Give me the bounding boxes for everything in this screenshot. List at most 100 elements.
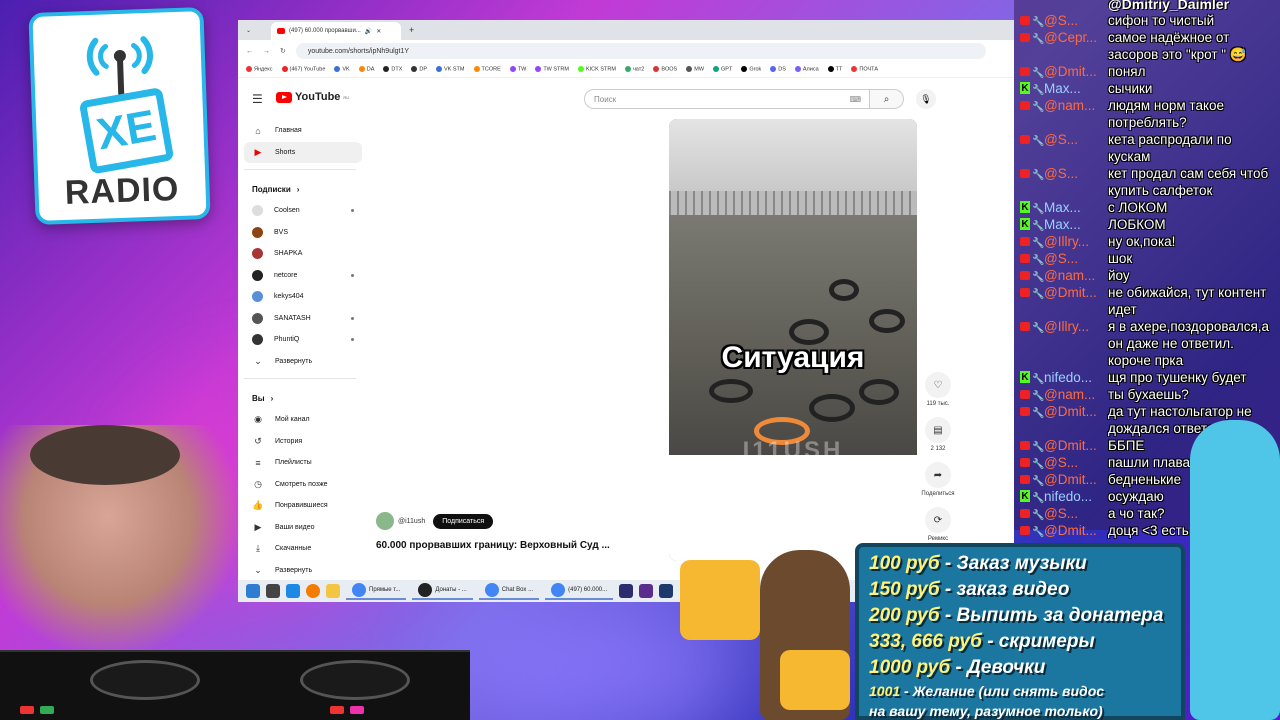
keyboard-icon[interactable]: ⌨ <box>849 95 861 104</box>
sidebar-subscription[interactable]: Coolsen <box>244 200 362 222</box>
chat-platform-icons: 🔧 <box>1014 267 1044 284</box>
new-tab-button[interactable]: + <box>409 25 414 35</box>
sidebar-subscription[interactable]: SHAPKA <box>244 243 362 265</box>
search-placeholder: Поиск <box>594 94 617 104</box>
channel-avatar <box>252 291 263 303</box>
chat-username: @Dmit... <box>1044 404 1097 419</box>
firefox-icon[interactable] <box>306 584 320 598</box>
sidebar-expand-subscriptions[interactable]: ⌄ Развернуть <box>244 351 362 373</box>
taskbar-app[interactable]: Chat Box ... <box>478 582 540 600</box>
subscribe-button[interactable]: Подписаться <box>433 513 494 529</box>
url-input[interactable]: youtube.com/shorts/ipNh9ulgt1Y <box>295 43 986 59</box>
reload-icon[interactable]: ↻ <box>280 47 286 55</box>
sidebar-subscription[interactable]: SANATASH <box>244 308 362 330</box>
bookmark-item[interactable]: VK <box>334 66 350 73</box>
bookmark-item[interactable]: DTX <box>383 66 402 73</box>
bookmark-item[interactable]: Алиса <box>794 66 819 73</box>
sidebar-subscription[interactable]: BVS <box>244 222 362 244</box>
audition-icon[interactable] <box>659 584 674 598</box>
bookmark-label: TW STRM <box>543 66 569 73</box>
close-tab-icon[interactable]: ✕ <box>376 28 381 35</box>
channel-avatar[interactable] <box>376 512 394 530</box>
chevron-down-icon: ⌄ <box>254 564 262 575</box>
sidebar-item-you[interactable]: ◉ Мой канал <box>244 409 362 431</box>
wrench-icon: 🔧 <box>1032 408 1045 419</box>
bookmark-item[interactable]: TW STRM <box>535 66 569 73</box>
sidebar-expand-you[interactable]: ⌄ Развернуть <box>244 560 362 582</box>
subscriptions-header[interactable]: Подписки › <box>244 178 362 200</box>
bookmark-favicon-icon <box>851 66 858 73</box>
chat-username: @Dmit... <box>1044 438 1097 453</box>
sidebar-item-home[interactable]: ⌂ Главная <box>244 120 362 142</box>
sidebar-item-you[interactable]: ≡ Плейлисты <box>244 452 362 474</box>
back-icon[interactable]: ← <box>246 48 253 55</box>
after-effects-icon[interactable] <box>639 584 654 598</box>
search-input[interactable]: Поиск ⌨ <box>584 89 870 109</box>
wrench-icon: 🔧 <box>1032 221 1045 232</box>
premiere-icon[interactable] <box>619 584 634 598</box>
sidebar-item-you[interactable]: ⤓ Скачанные <box>244 538 362 560</box>
taskbar-app[interactable]: Донаты - ... <box>412 582 473 600</box>
dj-platter-right <box>300 660 410 700</box>
anime-catgirl-avatar <box>1190 420 1280 720</box>
remix-button[interactable]: ⟳ Ремикс <box>920 507 956 542</box>
channel-name[interactable]: @i11ush <box>398 518 425 525</box>
comments-button[interactable]: ▤ 2 132 <box>920 417 956 452</box>
new-content-dot <box>351 338 354 342</box>
forward-icon[interactable]: → <box>263 48 270 55</box>
bookmark-item[interactable]: Grok <box>741 66 761 73</box>
bookmark-item[interactable]: MW <box>686 66 704 73</box>
bookmark-item[interactable]: DA <box>358 66 374 73</box>
sidebar-subscription[interactable]: netcore <box>244 265 362 287</box>
video-title[interactable]: 60.000 прорвавших границу: Верховный Суд… <box>376 540 610 551</box>
taskbar-app[interactable]: Прямые т... <box>346 582 407 600</box>
store-icon[interactable] <box>286 584 300 598</box>
bookmark-item[interactable]: Яндекс <box>246 66 273 73</box>
youtube-logo[interactable]: YouTube RU <box>276 91 349 103</box>
bookmark-item[interactable]: (467) YouTube <box>281 66 325 73</box>
bookmark-item[interactable]: TCORE <box>473 66 501 73</box>
tab-list-icon[interactable]: ⌄ <box>238 27 251 34</box>
bookmark-favicon-icon <box>827 66 834 73</box>
search-button[interactable]: ⌕ <box>870 89 904 109</box>
menu-icon[interactable]: ☰ <box>252 92 263 106</box>
sidebar-item-you[interactable]: 👍 Понравившиеся <box>244 495 362 517</box>
wrench-icon: 🔧 <box>1032 170 1045 181</box>
share-button[interactable]: ➦ Поделиться <box>920 462 956 497</box>
browser-tab-active[interactable]: (497) 60.000 прорвавши... 🔊 ✕ <box>271 22 402 40</box>
sidebar-subscription[interactable]: kekys404 <box>244 286 362 308</box>
youtube-icon <box>1020 407 1030 416</box>
you-header[interactable]: Вы › <box>244 387 362 409</box>
sidebar-subscription[interactable]: PhuntiQ <box>244 329 362 351</box>
bookmark-item[interactable]: DP <box>411 66 427 73</box>
sidebar-item-you[interactable]: ◷ Смотреть позже <box>244 474 362 496</box>
shorts-video-player[interactable]: Ситуация I11USH <box>669 119 917 561</box>
home-icon: ⌂ <box>255 125 261 136</box>
audio-icon: 🔊 <box>364 28 373 35</box>
bookmark-item[interactable]: VK STM <box>436 66 465 73</box>
chat-text: ну ок,пока! <box>1108 234 1176 249</box>
task-view-icon[interactable] <box>266 584 280 598</box>
bookmark-item[interactable]: чат2 <box>624 66 644 73</box>
taskbar-app[interactable]: (497) 60.000... <box>545 582 614 600</box>
bookmark-item[interactable]: GPT <box>713 66 732 73</box>
folder-icon[interactable] <box>326 584 340 598</box>
bookmark-item[interactable]: KICK STRM <box>577 66 616 73</box>
bookmark-item[interactable]: DS <box>770 66 786 73</box>
bookmark-item[interactable]: TW <box>509 66 526 73</box>
divider <box>244 169 356 170</box>
sidebar-item-you[interactable]: ▶ Ваши видео <box>244 517 362 539</box>
bookmark-item[interactable]: TT <box>827 66 842 73</box>
sidebar-item-you[interactable]: ↺ История <box>244 431 362 453</box>
windows-start-icon[interactable] <box>246 584 260 598</box>
bookmark-item[interactable]: BOOS <box>653 66 677 73</box>
like-button[interactable]: ♡ 119 тыс. <box>920 372 956 407</box>
sidebar-item-shorts[interactable]: ▶ Shorts <box>244 141 362 163</box>
chat-platform-icons: K 🔧 <box>1014 488 1044 505</box>
bookmark-item[interactable]: ПОЧТА <box>851 66 878 73</box>
voice-search-button[interactable]: 🎙 <box>916 89 936 109</box>
chat-platform-icons: K 🔧 <box>1014 216 1044 233</box>
channel-avatar <box>252 334 263 346</box>
chat-text: с ЛОКОМ <box>1108 200 1168 215</box>
chat-platform-icons: 🔧 <box>1014 454 1044 471</box>
